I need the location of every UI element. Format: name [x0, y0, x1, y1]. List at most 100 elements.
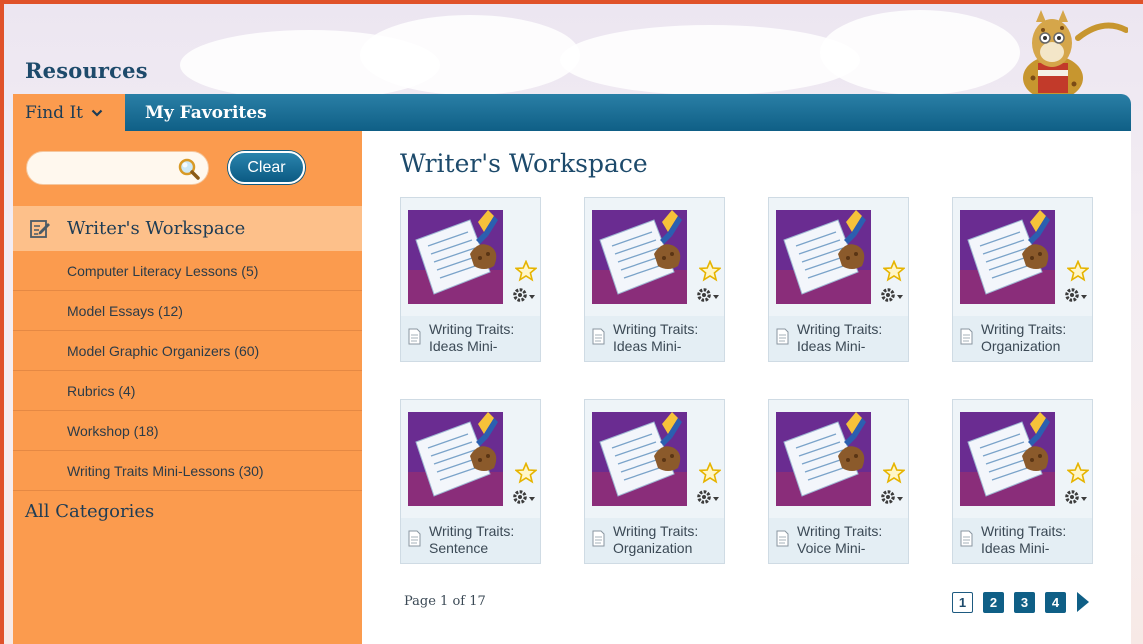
resource-caption: Writing Traits: Ideas Mini- — [585, 316, 724, 361]
edit-document-icon — [30, 219, 50, 238]
tab-find-it-label: Find It — [25, 102, 84, 123]
resource-thumbnail — [776, 210, 871, 304]
resource-title: Writing Traits: Organization — [981, 321, 1089, 357]
resource-title-line: Ideas Mini- — [429, 338, 498, 354]
sidebar-subitem[interactable]: Rubrics (4) — [13, 371, 362, 411]
resource-title-line: Writing Traits: — [429, 523, 515, 539]
favorite-star-icon[interactable] — [883, 462, 905, 484]
document-icon — [592, 328, 605, 345]
resource-title-line: Writing Traits: — [429, 321, 515, 337]
resource-title: Writing Traits: Ideas Mini- — [981, 523, 1089, 559]
gear-dropdown-icon[interactable] — [512, 488, 540, 506]
favorite-star-icon[interactable] — [1067, 462, 1089, 484]
frame-top-border — [0, 0, 1143, 4]
resource-title: Writing Traits: Ideas Mini- — [613, 321, 721, 357]
gear-dropdown-icon[interactable] — [880, 488, 908, 506]
resource-card[interactable]: Writing Traits: Sentence — [400, 399, 541, 564]
resource-card[interactable]: Writing Traits: Organization — [584, 399, 725, 564]
page-1-button[interactable]: 1 — [952, 591, 973, 613]
favorite-star-icon[interactable] — [515, 260, 537, 282]
next-page-icon[interactable] — [1076, 591, 1090, 613]
favorite-star-icon[interactable] — [699, 260, 721, 282]
resource-title-line: Writing Traits: — [613, 523, 699, 539]
search-icon[interactable] — [177, 157, 201, 181]
resource-caption: Writing Traits: Organization — [953, 316, 1092, 361]
tab-find-it[interactable]: Find It — [13, 94, 125, 131]
sidebar-subitem[interactable]: Model Graphic Organizers (60) — [13, 331, 362, 371]
resource-title: Writing Traits: Sentence — [429, 523, 537, 559]
document-icon — [408, 328, 421, 345]
tab-my-favorites[interactable]: My Favorites — [145, 94, 267, 131]
background-cloud — [820, 10, 1020, 95]
resource-caption: Writing Traits: Ideas Mini- — [401, 316, 540, 361]
resource-title-line: Organization — [613, 540, 693, 556]
gear-dropdown-icon[interactable] — [1064, 488, 1092, 506]
document-icon — [960, 328, 973, 345]
page-2-button[interactable]: 2 — [983, 591, 1004, 613]
clear-button[interactable]: Clear — [228, 151, 305, 184]
resource-title-line: Writing Traits: — [613, 321, 699, 337]
pagination: 1 2 3 4 — [952, 591, 1090, 613]
sidebar-subitem[interactable]: Computer Literacy Lessons (5) — [13, 251, 362, 291]
page-header-title: Resources — [25, 58, 148, 83]
subcategory-list: Computer Literacy Lessons (5) Model Essa… — [13, 251, 362, 491]
resource-card[interactable]: Writing Traits: Voice Mini- — [768, 399, 909, 564]
document-icon — [960, 530, 973, 547]
background-cloud — [560, 25, 860, 95]
gear-dropdown-icon[interactable] — [1064, 286, 1092, 304]
resource-thumbnail — [592, 210, 687, 304]
resource-card[interactable]: Writing Traits: Ideas Mini- — [584, 197, 725, 362]
section-title: Writer's Workspace — [400, 149, 648, 178]
document-icon — [408, 530, 421, 547]
resource-card[interactable]: Writing Traits: Ideas Mini- — [768, 197, 909, 362]
favorite-star-icon[interactable] — [699, 462, 721, 484]
resource-title-line: Writing Traits: — [797, 523, 883, 539]
resource-thumbnail — [408, 412, 503, 506]
resource-card[interactable]: Writing Traits: Ideas Mini- — [952, 399, 1093, 564]
resource-thumbnail — [960, 210, 1055, 304]
sidebar-subitem[interactable]: Model Essays (12) — [13, 291, 362, 331]
chevron-down-icon — [91, 109, 103, 117]
document-icon — [776, 328, 789, 345]
mascot-cheetah-image — [1023, 10, 1128, 96]
favorite-star-icon[interactable] — [883, 260, 905, 282]
document-icon — [776, 530, 789, 547]
document-icon — [592, 530, 605, 547]
resource-card[interactable]: Writing Traits: Ideas Mini- — [400, 197, 541, 362]
resource-thumbnail — [408, 210, 503, 304]
gear-dropdown-icon[interactable] — [696, 488, 724, 506]
resource-caption: Writing Traits: Ideas Mini- — [953, 518, 1092, 563]
search-box — [26, 151, 209, 185]
tab-my-favorites-label: My Favorites — [145, 102, 267, 123]
sidebar-item-label: Writer's Workspace — [67, 218, 246, 239]
favorite-star-icon[interactable] — [1067, 260, 1089, 282]
sidebar-subitem[interactable]: Writing Traits Mini-Lessons (30) — [13, 451, 362, 491]
page-4-button[interactable]: 4 — [1045, 591, 1066, 613]
sidebar-item-writers-workspace[interactable]: Writer's Workspace — [13, 206, 362, 251]
resource-title: Writing Traits: Voice Mini- — [797, 523, 905, 559]
resource-title-line: Ideas Mini- — [797, 338, 866, 354]
resource-caption: Writing Traits: Ideas Mini- — [769, 316, 908, 361]
search-input[interactable] — [39, 158, 169, 180]
main-content: Writer's Workspace Writing Traits: Ideas … — [362, 131, 1131, 644]
page-info: Page 1 of 17 — [404, 594, 486, 609]
gear-dropdown-icon[interactable] — [512, 286, 540, 304]
frame-left-border — [0, 0, 4, 644]
resource-title: Writing Traits: Organization — [613, 523, 721, 559]
resource-thumbnail — [960, 412, 1055, 506]
resource-title-line: Writing Traits: — [981, 321, 1067, 337]
resource-card[interactable]: Writing Traits: Organization — [952, 197, 1093, 362]
gear-dropdown-icon[interactable] — [696, 286, 724, 304]
resource-title-line: Writing Traits: — [981, 523, 1067, 539]
resource-title: Writing Traits: Ideas Mini- — [797, 321, 905, 357]
resource-caption: Writing Traits: Organization — [585, 518, 724, 563]
all-categories-link[interactable]: All Categories — [25, 501, 154, 522]
favorite-star-icon[interactable] — [515, 462, 537, 484]
gear-dropdown-icon[interactable] — [880, 286, 908, 304]
resource-thumbnail — [776, 412, 871, 506]
resource-title-line: Ideas Mini- — [613, 338, 682, 354]
sidebar-subitem[interactable]: Workshop (18) — [13, 411, 362, 451]
resource-title-line: Organization — [981, 338, 1061, 354]
page-3-button[interactable]: 3 — [1014, 591, 1035, 613]
resource-caption: Writing Traits: Voice Mini- — [769, 518, 908, 563]
